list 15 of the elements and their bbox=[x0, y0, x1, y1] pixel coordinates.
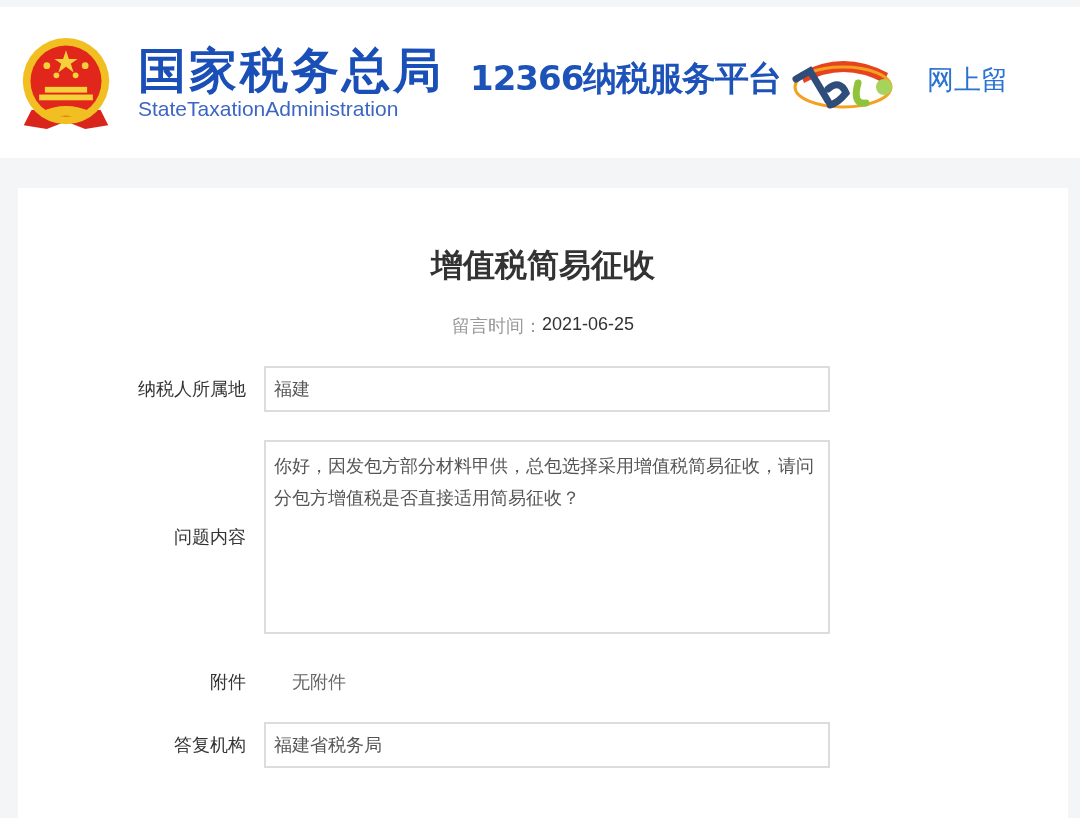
field-label: 纳税人所属地 bbox=[137, 377, 246, 401]
date-label: 留言时间： bbox=[451, 314, 542, 338]
message-title: 增值税简易征收 bbox=[429, 245, 656, 286]
attachment-text: 无附件 bbox=[292, 670, 346, 694]
field-label: 答复机构 bbox=[173, 733, 246, 757]
question-textarea[interactable]: 你好，因发包方部分材料甲供，总包选择采用增值税简易征收，请问分包方增值税是否直接适用简易征收？ bbox=[264, 440, 830, 634]
nav-link[interactable]: 网上留 bbox=[927, 61, 1009, 98]
field-label: 附件 bbox=[209, 670, 246, 694]
agency-english-name: StateTaxationAdministration bbox=[138, 96, 400, 121]
platform-name: 12366纳税服务平台 bbox=[470, 56, 782, 100]
agency-name: 国家税务总局 bbox=[138, 44, 444, 97]
input-field[interactable]: 福建 bbox=[264, 366, 830, 412]
message-date: 2021-06-25 bbox=[541, 314, 635, 336]
field-label: 问题内容 bbox=[173, 525, 246, 549]
input-field[interactable]: 福建省税务局 bbox=[264, 722, 830, 768]
